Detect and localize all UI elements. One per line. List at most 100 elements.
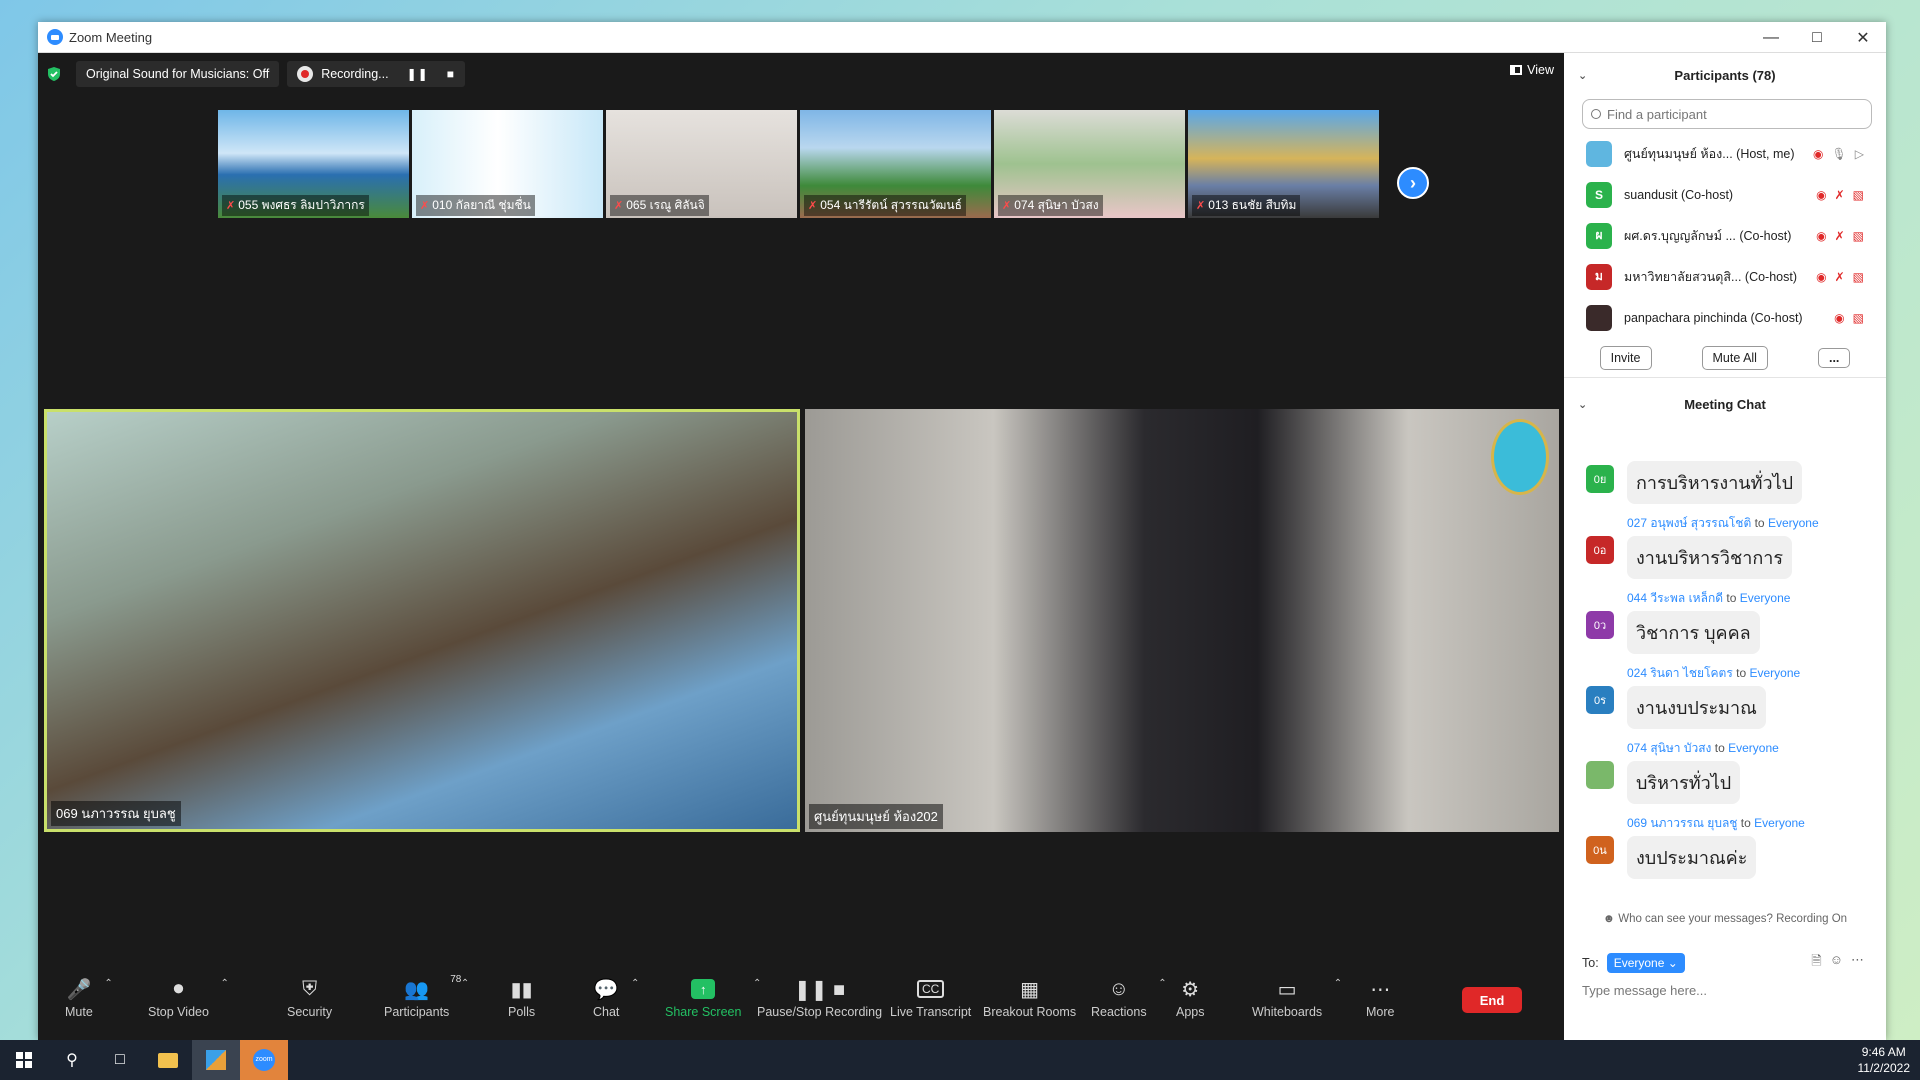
security-button[interactable]: ⛨ Security (287, 976, 332, 1020)
close-icon[interactable]: ✕ (1840, 22, 1886, 53)
reactions-button[interactable]: ☺ Reactions ⌃ (1091, 976, 1167, 1020)
file-icon[interactable]: 🗎 (1811, 952, 1821, 974)
participant-avatar: ม (1586, 263, 1612, 290)
mic-muted-icon[interactable]: ✗ (1835, 188, 1845, 202)
message-text: งานงบประมาณ (1627, 686, 1766, 729)
windows-start-icon[interactable] (0, 1040, 48, 1080)
participant-search-input[interactable]: Find a participant (1582, 99, 1872, 129)
window-title: Zoom Meeting (69, 29, 153, 45)
original-sound-toggle[interactable]: Original Sound for Musicians: Off (76, 61, 280, 87)
sender-name[interactable]: 027 อนุพงษ์ สุวรรณโชติ (1627, 516, 1751, 530)
pause-recording-icon[interactable]: ❚❚ (407, 67, 429, 81)
participants-header: ⌄ Participants (78) (1564, 53, 1886, 97)
participants-caret-icon[interactable]: ⌃ (461, 978, 469, 989)
collapse-participants-icon[interactable]: ⌄ (1578, 69, 1587, 82)
participants-more-button[interactable]: ... (1817, 347, 1851, 368)
message-body: 044 วีระพล เหล็กดี to Everyone วิชาการ บ… (1627, 589, 1790, 654)
encryption-shield-icon[interactable] (46, 66, 62, 82)
next-page-icon[interactable]: › (1397, 167, 1429, 199)
participants-button[interactable]: 👥 78 Participants ⌃ (384, 974, 469, 1019)
chat-button[interactable]: 💬 Chat ⌃ (593, 976, 639, 1019)
participant-row[interactable]: S suandusit (Co-host) ◉ ✗ ▧ (1564, 174, 1886, 215)
participant-row[interactable]: panpachara pinchinda (Co-host) ◉ ▧ (1564, 297, 1886, 338)
share-screen-button[interactable]: ↑ Share Screen ⌃ (665, 976, 761, 1019)
message-text: วิชาการ บุคคล (1627, 611, 1760, 654)
mute-label: Mute (65, 1005, 93, 1019)
whiteboards-button[interactable]: ▭ Whiteboards ⌃ (1252, 976, 1342, 1019)
apps-button[interactable]: ⚙ Apps (1176, 976, 1205, 1020)
live-transcript-button[interactable]: CC Live Transcript (890, 976, 971, 1019)
invite-button[interactable]: Invite (1599, 345, 1652, 370)
participant-row[interactable]: ผ ผศ.ดร.บุญญลักษม์ ... (Co-host) ◉ ✗ ▧ (1564, 215, 1886, 256)
system-clock[interactable]: 9:46 AM 11/2/2022 (1858, 1044, 1911, 1076)
participant-thumbnail[interactable]: ✗ 013 ธนชัย สืบทิม (1188, 110, 1379, 218)
participant-thumbnail[interactable]: ✗ 054 นารีรัตน์ สุวรรณวัฒนธ์ (800, 110, 991, 218)
task-view-icon[interactable]: □ (96, 1040, 144, 1080)
mute-button[interactable]: 🎤 Mute ⌃ (65, 976, 113, 1019)
video-off-icon[interactable]: ▧ (1853, 311, 1864, 325)
chat-caret-icon[interactable]: ⌃ (631, 978, 639, 989)
end-meeting-button[interactable]: End (1462, 987, 1522, 1013)
meeting-toolbar: 🎤 Mute ⌃ ⚫ Stop Video ⌃ ⛨ Security 👥 78 … (38, 962, 1564, 1042)
minimize-icon[interactable]: — (1748, 22, 1794, 53)
sender-name[interactable]: 044 วีระพล เหล็กดี (1627, 591, 1723, 605)
video-off-icon[interactable]: ▧ (1853, 270, 1864, 284)
participants-label: Participants (384, 1005, 450, 1019)
mic-muted-icon[interactable]: ✗ (1835, 229, 1845, 243)
video-off-icon[interactable]: ▧ (1853, 229, 1864, 243)
video-icon[interactable]: ▷ (1855, 147, 1864, 161)
search-icon[interactable]: ⚲ (48, 1040, 96, 1080)
mute-all-button[interactable]: Mute All (1701, 345, 1768, 370)
host-name-tag: ศูนย์ทุนมนุษย์ ห้อง202 (809, 804, 943, 829)
participant-row[interactable]: ม มหาวิทยาลัยสวนดุสิ... (Co-host) ◉ ✗ ▧ (1564, 256, 1886, 297)
participant-row[interactable]: ศูนย์ทุนมนุษย์ ห้อง... (Host, me) ◉ 🎙 ▷ (1564, 133, 1886, 174)
stop-recording-icon[interactable]: ■ (447, 67, 455, 81)
view-button[interactable]: View (1510, 63, 1554, 77)
collapse-chat-icon[interactable]: ⌄ (1578, 398, 1587, 411)
polls-button[interactable]: ▮▮ Polls (508, 976, 535, 1020)
participant-thumbnail[interactable]: ✗ 055 พงศธร ลิมปาวิภากร (218, 110, 409, 218)
window-controls: — □ ✕ (1748, 22, 1886, 53)
participant-status-icons: ◉ 🎙 ▷ (1813, 147, 1864, 161)
emoji-icon[interactable]: ☺ (1830, 952, 1843, 974)
share-screen-icon: ↑ (691, 976, 716, 1002)
sender-name[interactable]: 024 รินดา ไชยโคตร (1627, 666, 1733, 680)
breakout-rooms-button[interactable]: ▦ Breakout Rooms (983, 976, 1076, 1020)
to-word: to (1740, 816, 1751, 830)
chat-visibility-note[interactable]: ☻ Who can see your messages? Recording O… (1564, 913, 1886, 925)
audio-options-caret-icon[interactable]: ⌃ (104, 978, 112, 989)
active-speaker-video[interactable]: 069 นภาวรรณ ยุบลชู (44, 409, 800, 832)
mic-muted-icon[interactable]: ✗ (1835, 270, 1845, 284)
whiteboards-caret-icon[interactable]: ⌃ (1334, 978, 1342, 989)
pause-stop-icon: ❚❚ ■ (793, 978, 846, 1001)
whiteboard-icon: ▭ (1277, 978, 1297, 1001)
person-info-icon: ☻ (1602, 913, 1619, 925)
app-tiles-icon[interactable] (192, 1040, 240, 1080)
more-button[interactable]: ⋯ More (1366, 976, 1394, 1020)
participant-thumbnail[interactable]: ✗ 010 กัลยาณี ชุ่มชื่น (412, 110, 603, 218)
mic-icon[interactable]: 🎙 (1832, 147, 1847, 161)
mic-muted-icon: ✗ (1002, 200, 1012, 212)
host-video[interactable]: ศูนย์ทุนมนุษย์ ห้อง202 (805, 409, 1559, 832)
maximize-icon[interactable]: □ (1794, 22, 1840, 53)
recipient-dropdown[interactable]: Everyone ⌄ (1606, 953, 1685, 973)
chat-more-icon[interactable]: ⋯ (1851, 952, 1864, 974)
sender-name[interactable]: 069 นภาวรรณ ยุบลชู (1627, 816, 1737, 830)
chat-message-input[interactable]: Type message here... (1582, 983, 1707, 998)
chat-header: ⌄ Meeting Chat (1564, 382, 1886, 426)
participant-thumbnail[interactable]: ✗ 065 เรณู ศิลันจิ (606, 110, 797, 218)
reactions-caret-icon[interactable]: ⌃ (1158, 978, 1166, 989)
recipient-name: Everyone (1728, 741, 1779, 755)
file-explorer-icon[interactable] (144, 1040, 192, 1080)
video-options-caret-icon[interactable]: ⌃ (221, 978, 229, 989)
stop-video-button[interactable]: ⚫ Stop Video ⌃ (148, 976, 229, 1019)
participant-avatar (1586, 140, 1612, 167)
sender-name[interactable]: 074 สุนิษา บัวสง (1627, 741, 1711, 755)
participant-name: มหาวิทยาลัยสวนดุสิ... (Co-host) (1624, 269, 1798, 284)
message-text: การบริหารงานทั่วไป (1627, 461, 1803, 504)
original-sound-label: Original Sound for Musicians: Off (86, 67, 270, 81)
participant-thumbnail[interactable]: ✗ 074 สุนิษา บัวสง (994, 110, 1185, 218)
zoom-taskbar-icon[interactable]: zoom (240, 1040, 288, 1080)
pause-stop-recording-button[interactable]: ❚❚ ■ Pause/Stop Recording (757, 976, 882, 1020)
video-off-icon[interactable]: ▧ (1853, 188, 1864, 202)
